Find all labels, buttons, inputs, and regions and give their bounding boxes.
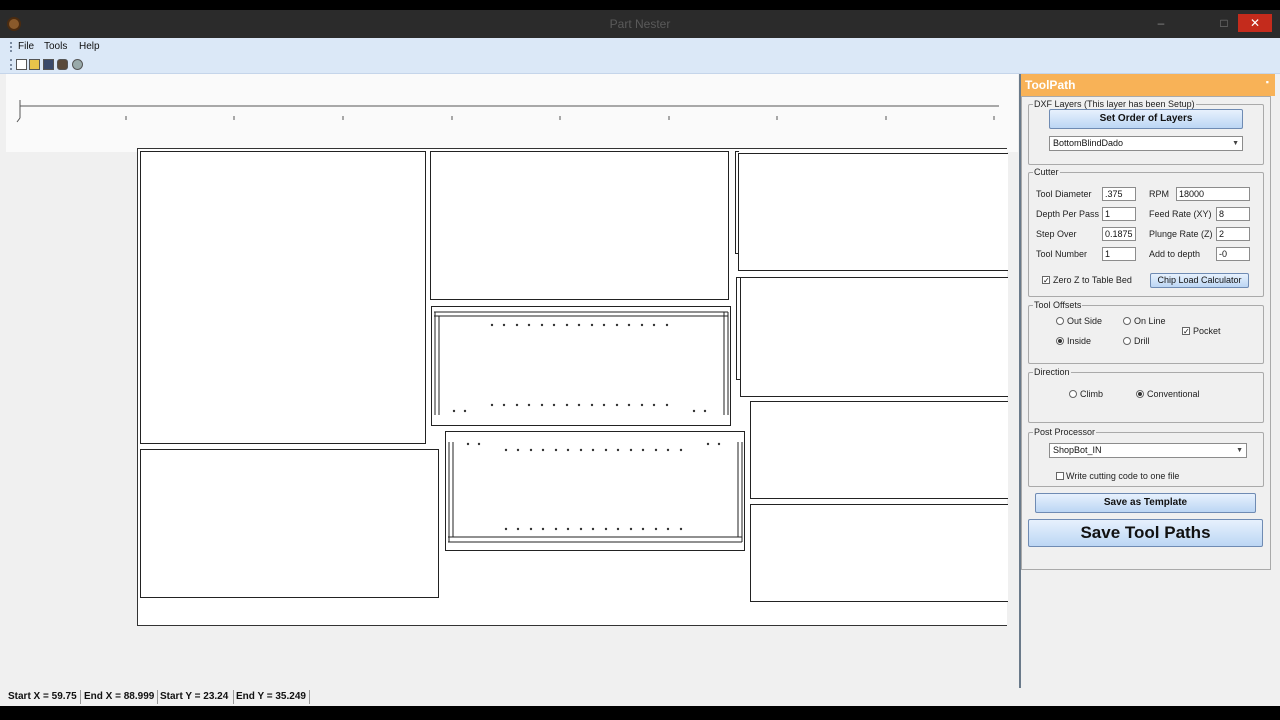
status-start-x: Start X = 59.75: [6, 690, 81, 704]
nesting-canvas[interactable]: [6, 74, 1018, 684]
save-as-template-button[interactable]: Save as Template: [1035, 493, 1256, 513]
add-to-depth-label: Add to depth: [1149, 249, 1201, 259]
title-bar[interactable]: Part Nester ‒ □ ✕: [0, 10, 1280, 38]
part-drill-holes: [434, 311, 729, 415]
minimize-button[interactable]: ‒: [1150, 14, 1172, 32]
pocket-checkbox[interactable]: ✓: [1182, 327, 1190, 336]
chevron-down-icon: ▼: [1232, 140, 1239, 147]
out-side-label: Out Side: [1067, 316, 1103, 326]
drill-radio[interactable]: [1123, 337, 1131, 345]
tool-number-label: Tool Number: [1036, 249, 1088, 259]
one-file-label: Write cutting code to one file: [1066, 471, 1180, 481]
nested-part[interactable]: [738, 153, 1008, 271]
dxf-layer-select[interactable]: BottomBlindDado ▼: [1049, 136, 1243, 151]
print-icon[interactable]: [57, 59, 68, 70]
open-folder-icon[interactable]: [29, 59, 40, 70]
chevron-down-icon: ▼: [1236, 447, 1243, 454]
status-start-y: Start Y = 23.24: [158, 690, 234, 704]
direction-group: Direction: [1028, 367, 1264, 423]
zero-z-label: Zero Z to Table Bed: [1053, 275, 1132, 285]
post-processor-selected: ShopBot_IN: [1053, 445, 1102, 455]
maximize-button[interactable]: □: [1213, 14, 1235, 32]
nested-part-drilled[interactable]: [431, 306, 731, 426]
tool-offsets-group: Tool Offsets: [1028, 300, 1264, 364]
nested-part[interactable]: [140, 151, 426, 444]
one-file-checkbox[interactable]: [1056, 472, 1064, 480]
dxf-layers-legend: DXF Layers (This layer has been Setup): [1034, 99, 1195, 109]
conventional-radio[interactable]: [1136, 390, 1144, 398]
status-end-y: End Y = 35.249: [234, 690, 310, 704]
pocket-label: Pocket: [1193, 326, 1221, 336]
post-processor-select[interactable]: ShopBot_IN ▼: [1049, 443, 1247, 458]
step-over-input[interactable]: 0.1875: [1102, 227, 1136, 241]
add-to-depth-input[interactable]: -0: [1216, 247, 1250, 261]
window-title: Part Nester: [609, 17, 671, 31]
status-bar: Start X = 59.75 End X = 88.999 Start Y =…: [0, 688, 1280, 706]
climb-radio[interactable]: [1069, 390, 1077, 398]
feed-rate-input[interactable]: 8: [1216, 207, 1250, 221]
rpm-label: RPM: [1149, 189, 1169, 199]
inside-radio[interactable]: [1056, 337, 1064, 345]
part-drill-holes: [448, 442, 743, 543]
nested-part[interactable]: [740, 277, 1008, 397]
panel-body: DXF Layers (This layer has been Setup) S…: [1021, 96, 1271, 570]
drill-label: Drill: [1134, 336, 1150, 346]
depth-per-pass-label: Depth Per Pass: [1036, 209, 1100, 219]
menu-help[interactable]: Help: [79, 41, 100, 52]
pin-icon[interactable]: ▪: [1266, 77, 1269, 87]
tool-number-input[interactable]: 1: [1102, 247, 1136, 261]
cutter-legend: Cutter: [1034, 167, 1059, 177]
direction-legend: Direction: [1034, 367, 1070, 377]
tool-offsets-legend: Tool Offsets: [1034, 300, 1082, 310]
nested-part-drilled[interactable]: [445, 431, 745, 551]
step-over-label: Step Over: [1036, 229, 1077, 239]
close-button[interactable]: ✕: [1238, 14, 1272, 32]
post-processor-legend: Post Processor: [1034, 427, 1096, 437]
nested-part[interactable]: [140, 449, 439, 598]
toolbar-grip: [10, 59, 12, 70]
climb-label: Climb: [1080, 389, 1104, 399]
horizontal-ruler: [6, 74, 1018, 152]
tool-diameter-input[interactable]: .375: [1102, 187, 1136, 201]
plunge-rate-input[interactable]: 2: [1216, 227, 1250, 241]
chip-load-calculator-button[interactable]: Chip Load Calculator: [1150, 273, 1249, 288]
on-line-label: On Line: [1134, 316, 1166, 326]
app-window: Part Nester ‒ □ ✕ File Tools Help ToolPa…: [0, 10, 1280, 706]
dxf-layer-selected: BottomBlindDado: [1053, 138, 1124, 148]
zero-z-checkbox[interactable]: ✓: [1042, 276, 1050, 285]
nested-part[interactable]: [750, 504, 1008, 602]
toolbar: [0, 56, 1280, 74]
panel-title: ToolPath: [1025, 78, 1076, 92]
nested-part[interactable]: [750, 401, 1008, 499]
menu-file[interactable]: File: [18, 41, 34, 52]
tool-diameter-label: Tool Diameter: [1036, 189, 1092, 199]
nested-part[interactable]: [430, 151, 729, 300]
menu-bar: File Tools Help: [0, 38, 1280, 56]
on-line-radio[interactable]: [1123, 317, 1131, 325]
plunge-rate-label: Plunge Rate (Z): [1149, 229, 1213, 239]
save-tool-paths-button[interactable]: Save Tool Paths: [1028, 519, 1263, 547]
conventional-label: Conventional: [1147, 389, 1200, 399]
panel-header: ToolPath ▪: [1021, 74, 1275, 96]
depth-per-pass-input[interactable]: 1: [1102, 207, 1136, 221]
settings-icon[interactable]: [72, 59, 83, 70]
status-end-x: End X = 88.999: [82, 690, 158, 704]
save-icon[interactable]: [43, 59, 54, 70]
menu-tools[interactable]: Tools: [44, 41, 67, 52]
ruler-start-mark: [16, 117, 21, 123]
feed-rate-label: Feed Rate (XY): [1149, 209, 1212, 219]
set-order-of-layers-button[interactable]: Set Order of Layers: [1049, 109, 1243, 129]
toolpath-panel: ToolPath ▪ DXF Layers (This layer has be…: [1019, 74, 1275, 688]
inside-label: Inside: [1067, 336, 1092, 346]
out-side-radio[interactable]: [1056, 317, 1064, 325]
menu-grip: [10, 42, 12, 52]
rpm-input[interactable]: 18000: [1176, 187, 1250, 201]
new-file-icon[interactable]: [16, 59, 27, 70]
sheet-plate[interactable]: [137, 148, 1008, 626]
